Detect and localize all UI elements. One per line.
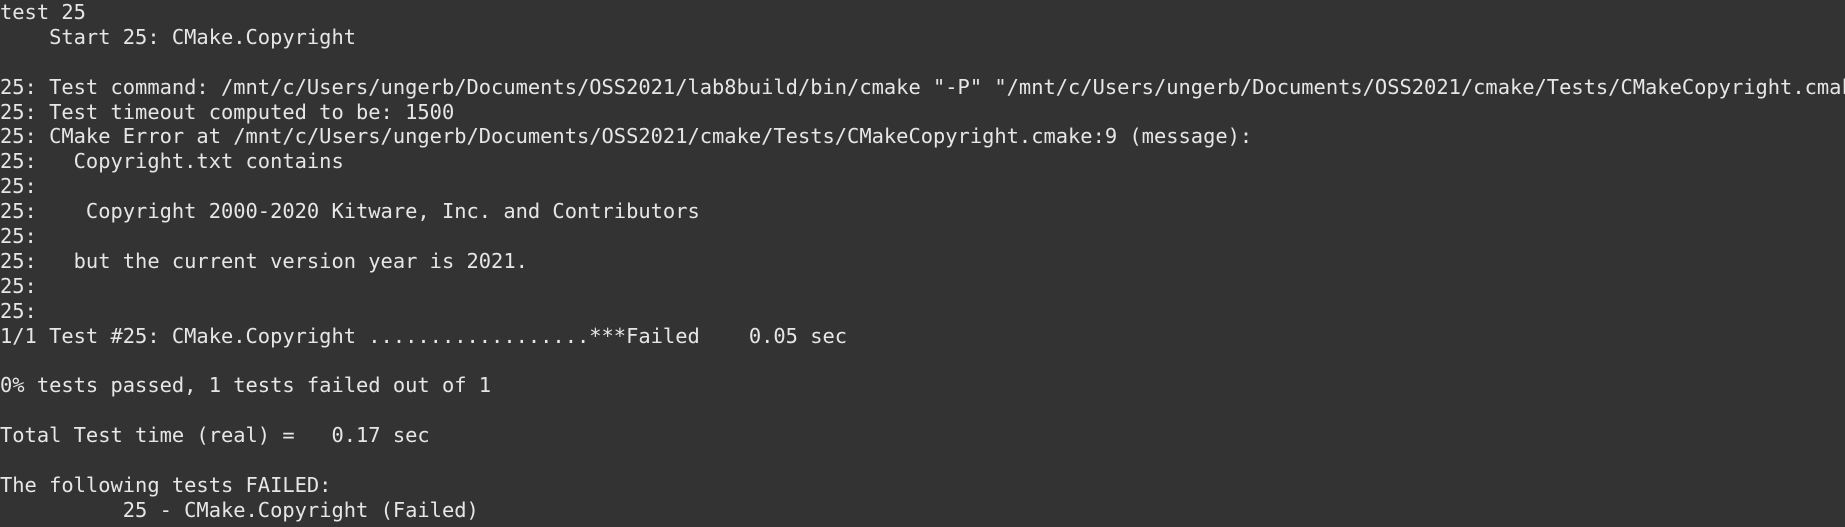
terminal-line: test 25	[0, 0, 86, 24]
terminal-line: The following tests FAILED:	[0, 472, 332, 497]
terminal-line: 25: Copyright.txt contains	[0, 149, 344, 174]
terminal-line: 25:	[0, 224, 37, 249]
terminal-line: 0% tests passed, 1 tests failed out of 1	[0, 373, 492, 398]
terminal-line: 25: Test timeout computed to be: 1500	[0, 99, 455, 124]
terminal-line: 25:	[0, 298, 37, 323]
terminal-line: 25:	[0, 273, 37, 298]
terminal-line: 25: Copyright 2000-2020 Kitware, Inc. an…	[0, 199, 700, 224]
terminal-line: 25 - CMake.Copyright (Failed)	[0, 497, 479, 522]
terminal-line: 25: but the current version year is 2021…	[0, 248, 528, 273]
terminal-output[interactable]: test 25 Start 25: CMake.Copyright 25: Te…	[0, 0, 1845, 527]
terminal-line: 25: CMake Error at /mnt/c/Users/ungerb/D…	[0, 124, 1253, 149]
terminal-line: 25: Test command: /mnt/c/Users/ungerb/Do…	[0, 74, 1845, 99]
terminal-line: 1/1 Test #25: CMake.Copyright ..........…	[0, 323, 848, 348]
terminal-line: 25:	[0, 174, 37, 199]
terminal-line: Start 25: CMake.Copyright	[0, 24, 357, 49]
terminal-line: Total Test time (real) = 0.17 sec	[0, 423, 430, 448]
